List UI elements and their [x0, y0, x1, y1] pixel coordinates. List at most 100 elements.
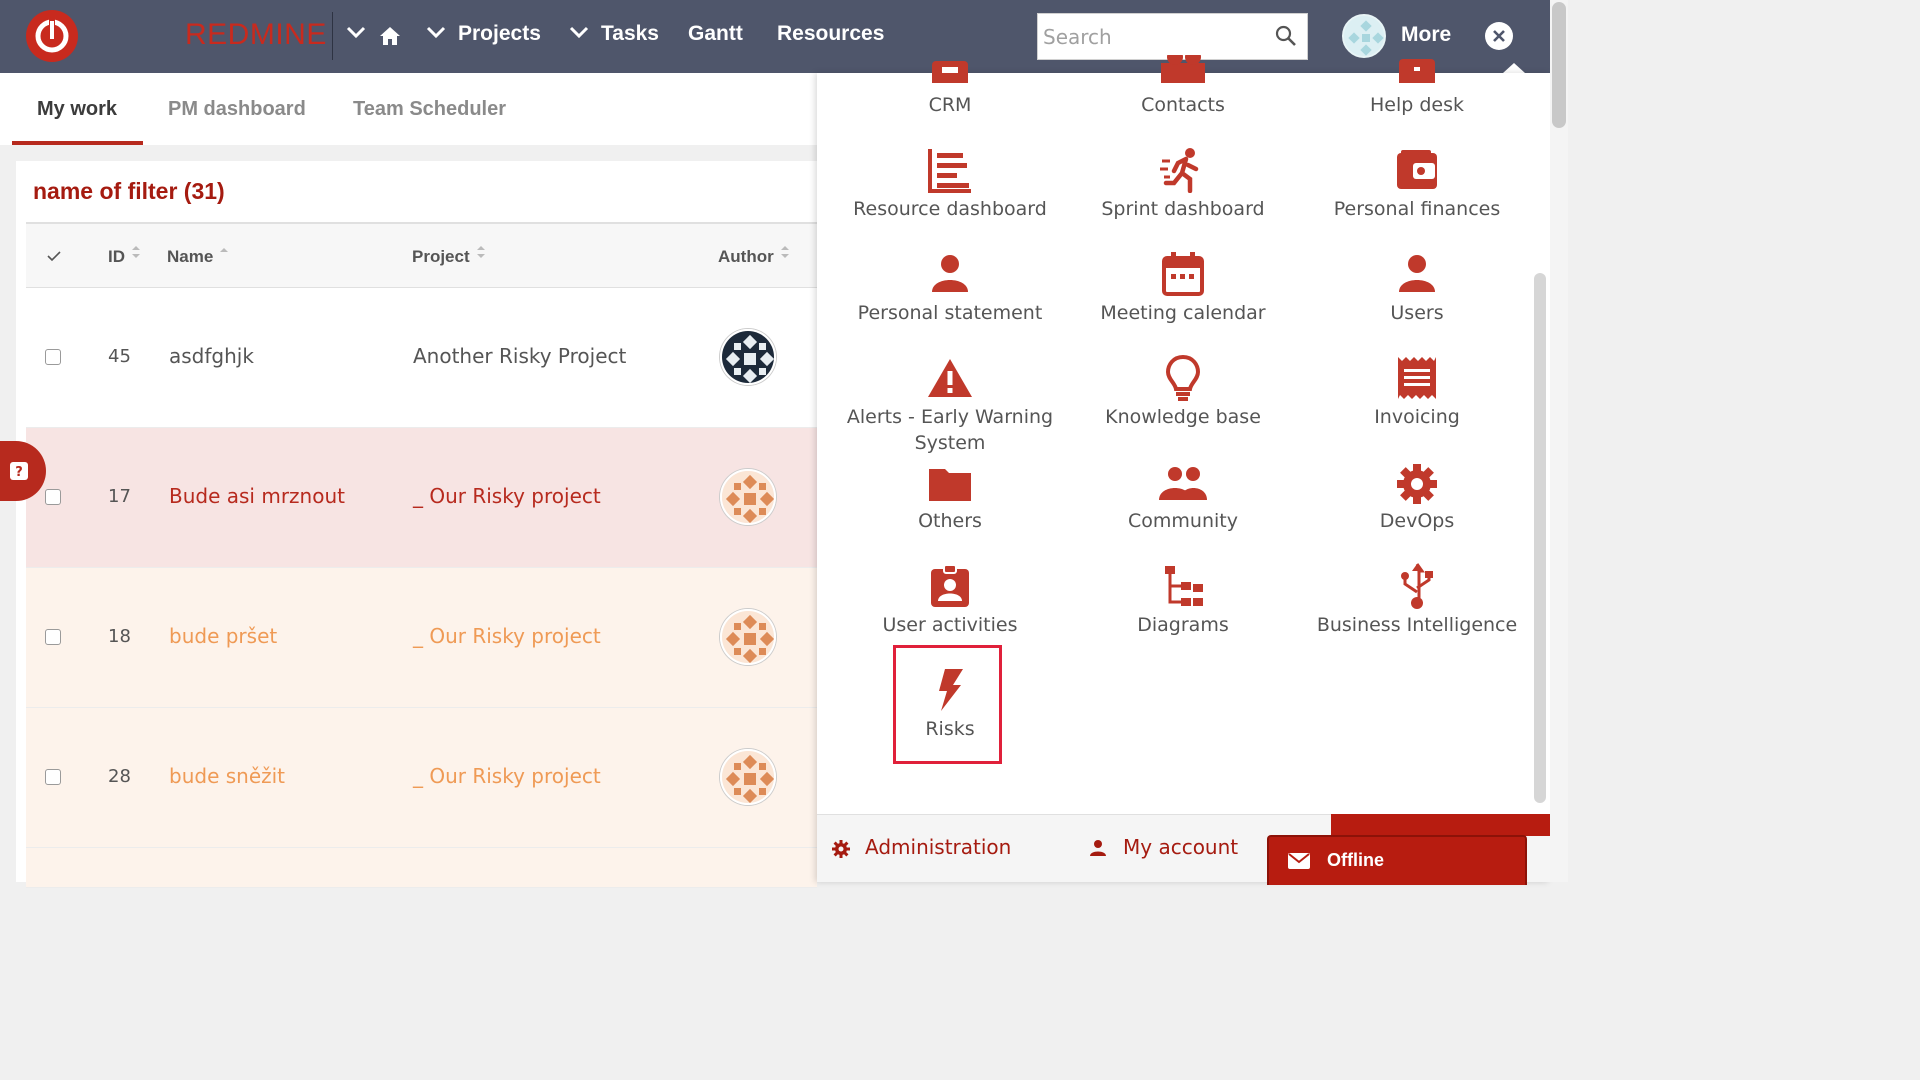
more-menu-toggle[interactable]: More [1401, 23, 1451, 47]
svg-text:?: ? [15, 465, 23, 480]
table-row[interactable]: 28 bude sněžit _ Our Risky project [26, 708, 817, 848]
crm-icon [925, 55, 975, 83]
administration-link[interactable]: Administration [865, 835, 1011, 859]
author-avatar[interactable] [720, 329, 776, 385]
row-id: 17 [108, 486, 131, 507]
lightbulb-icon [1158, 353, 1208, 403]
nav-resources[interactable]: Resources [777, 22, 884, 46]
row-project[interactable]: _ Our Risky project [413, 484, 601, 508]
help-icon: ? [10, 462, 28, 480]
nav-projects[interactable]: Projects [458, 22, 541, 46]
author-avatar[interactable] [720, 469, 776, 525]
row-checkbox[interactable] [45, 349, 61, 365]
issues-table: ID Name Project Author 45 asdfghjk Another… [26, 222, 817, 888]
folder-icon [925, 459, 975, 509]
menu-item-label: Personal finances [1333, 198, 1501, 220]
chevron-down-icon[interactable] [346, 26, 366, 40]
redmine-logo-icon[interactable] [26, 10, 78, 62]
diagram-icon [1158, 561, 1208, 611]
resource-dashboard-icon [925, 145, 975, 195]
menu-item-label: CRM [928, 94, 972, 116]
sort-icon [132, 246, 140, 258]
user-icon [1392, 249, 1442, 299]
row-project[interactable]: _ Our Risky project [413, 624, 601, 648]
table-row[interactable]: 45 asdfghjk Another Risky Project [26, 288, 817, 428]
menu-item-label: Meeting calendar [1100, 302, 1266, 324]
menu-item-label: DevOps [1379, 510, 1455, 532]
table-row[interactable] [26, 848, 817, 888]
contacts-icon [1158, 55, 1208, 83]
usb-icon [1392, 561, 1442, 611]
search-icon[interactable] [1275, 25, 1297, 47]
active-tab-indicator [12, 141, 143, 145]
column-name[interactable]: Name [167, 246, 229, 267]
row-name[interactable]: bude pršet [169, 624, 277, 648]
dashboard-tabs: My work PM dashboard Team Scheduler [0, 73, 817, 145]
row-id: 18 [108, 626, 131, 647]
menu-item-label: Help desk [1369, 94, 1464, 116]
row-checkbox[interactable] [45, 629, 61, 645]
menu-item-label: User activities [882, 614, 1018, 636]
filter-panel: name of filter (31) ID Name Project Auth… [16, 161, 817, 888]
menu-item-label: Community [1128, 510, 1238, 532]
check-all-icon[interactable] [46, 250, 62, 262]
row-name[interactable]: bude sněžit [169, 764, 285, 788]
menu-item-label: Resource dashboard [853, 198, 1047, 220]
row-id: 28 [108, 766, 131, 787]
gear-icon [832, 840, 850, 858]
more-menu: CRM Contacts Help desk Resource dashboard Sp… [817, 55, 1550, 885]
row-project[interactable]: _ Our Risky project [413, 764, 601, 788]
group-icon [1158, 459, 1208, 509]
menu-scrollbar[interactable] [1534, 273, 1546, 803]
menu-caret [1503, 63, 1525, 73]
row-name[interactable]: Bude asi mrznout [169, 484, 345, 508]
row-checkbox[interactable] [45, 489, 61, 505]
column-project[interactable]: Project [412, 246, 485, 267]
tab-my-work[interactable]: My work [37, 98, 117, 121]
chevron-down-icon[interactable] [569, 26, 589, 40]
top-divider [332, 12, 333, 60]
id-badge-icon [925, 561, 975, 611]
sort-icon [780, 246, 789, 258]
offline-button[interactable]: Offline [1267, 835, 1527, 885]
nav-tasks[interactable]: Tasks [601, 22, 659, 46]
table-row[interactable]: 18 bude pršet _ Our Risky project [26, 568, 817, 708]
row-project[interactable]: Another Risky Project [413, 344, 626, 368]
table-header: ID Name Project Author [26, 222, 817, 288]
author-avatar[interactable] [720, 609, 776, 665]
menu-footer: Administration My account Offline [817, 814, 1550, 885]
home-icon[interactable] [379, 26, 401, 46]
column-id[interactable]: ID [108, 246, 140, 267]
user-avatar[interactable] [1342, 14, 1386, 58]
logo-text[interactable]: REDMINE [185, 18, 327, 52]
risks-highlight [893, 645, 1002, 764]
author-avatar[interactable] [720, 749, 776, 805]
table-row[interactable]: 17 Bude asi mrznout _ Our Risky project [26, 428, 817, 568]
menu-item-label: Alerts - Early Warning System [846, 406, 1054, 454]
tab-pm-dashboard[interactable]: PM dashboard [168, 98, 306, 121]
tab-team-scheduler[interactable]: Team Scheduler [353, 98, 506, 121]
nav-gantt[interactable]: Gantt [688, 22, 743, 46]
offline-bar [1331, 814, 1550, 836]
chevron-down-icon[interactable] [426, 26, 446, 40]
help-desk-icon [1392, 55, 1442, 83]
search-input[interactable] [1038, 14, 1268, 59]
page-scrollbar[interactable] [1550, 0, 1568, 882]
wallet-icon [1392, 145, 1442, 195]
close-menu-button[interactable] [1485, 22, 1513, 50]
row-checkbox[interactable] [45, 769, 61, 785]
filter-title[interactable]: name of filter (31) [33, 178, 225, 205]
search-box [1037, 13, 1308, 60]
menu-item-label: Invoicing [1374, 406, 1460, 428]
my-account-link[interactable]: My account [1123, 835, 1238, 859]
page-scrollbar-thumb[interactable] [1552, 2, 1566, 128]
row-name[interactable]: asdfghjk [169, 344, 254, 368]
calendar-icon [1158, 249, 1208, 299]
receipt-icon [1392, 353, 1442, 403]
menu-item-label: Users [1390, 302, 1444, 324]
table-body: 45 asdfghjk Another Risky Project 17 Bude as… [26, 288, 817, 888]
sort-icon [220, 248, 229, 252]
person-icon [1090, 840, 1106, 856]
column-author[interactable]: Author [718, 246, 789, 267]
menu-item-label: Knowledge base [1105, 406, 1261, 428]
